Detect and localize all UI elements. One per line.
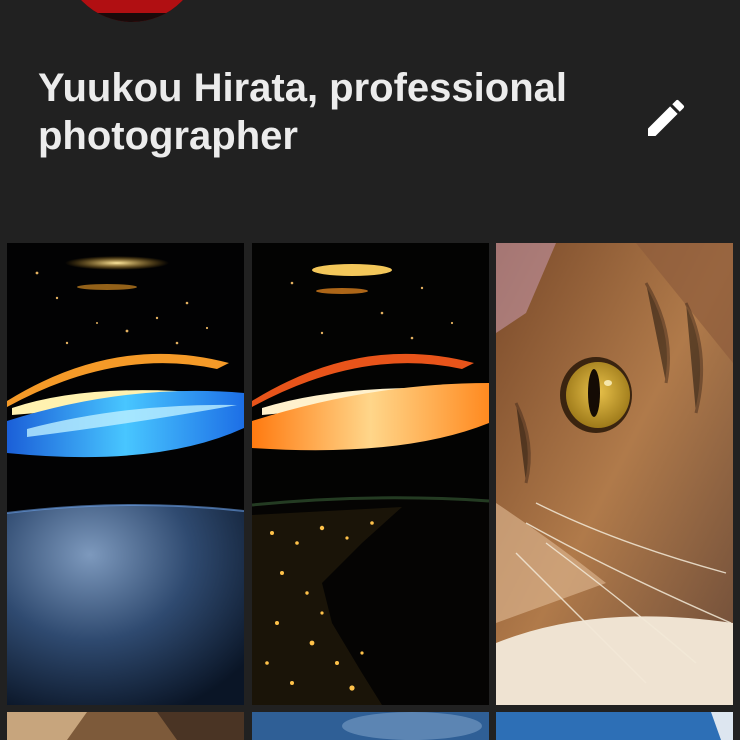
photo-cat: [496, 243, 733, 705]
photo-sky-partial-2: [496, 712, 733, 740]
photo-tile[interactable]: [496, 243, 733, 705]
photo-tile[interactable]: [252, 243, 489, 705]
photo-tile[interactable]: [252, 712, 489, 740]
photo-space-orange: [252, 243, 489, 705]
photo-space-blue: [7, 243, 244, 705]
photo-tile[interactable]: [7, 243, 244, 705]
photo-grid: [0, 0, 740, 740]
photo-cat-partial: [7, 712, 244, 740]
photo-tile[interactable]: [496, 712, 733, 740]
photo-tile[interactable]: [7, 712, 244, 740]
photo-sky-partial: [252, 712, 489, 740]
